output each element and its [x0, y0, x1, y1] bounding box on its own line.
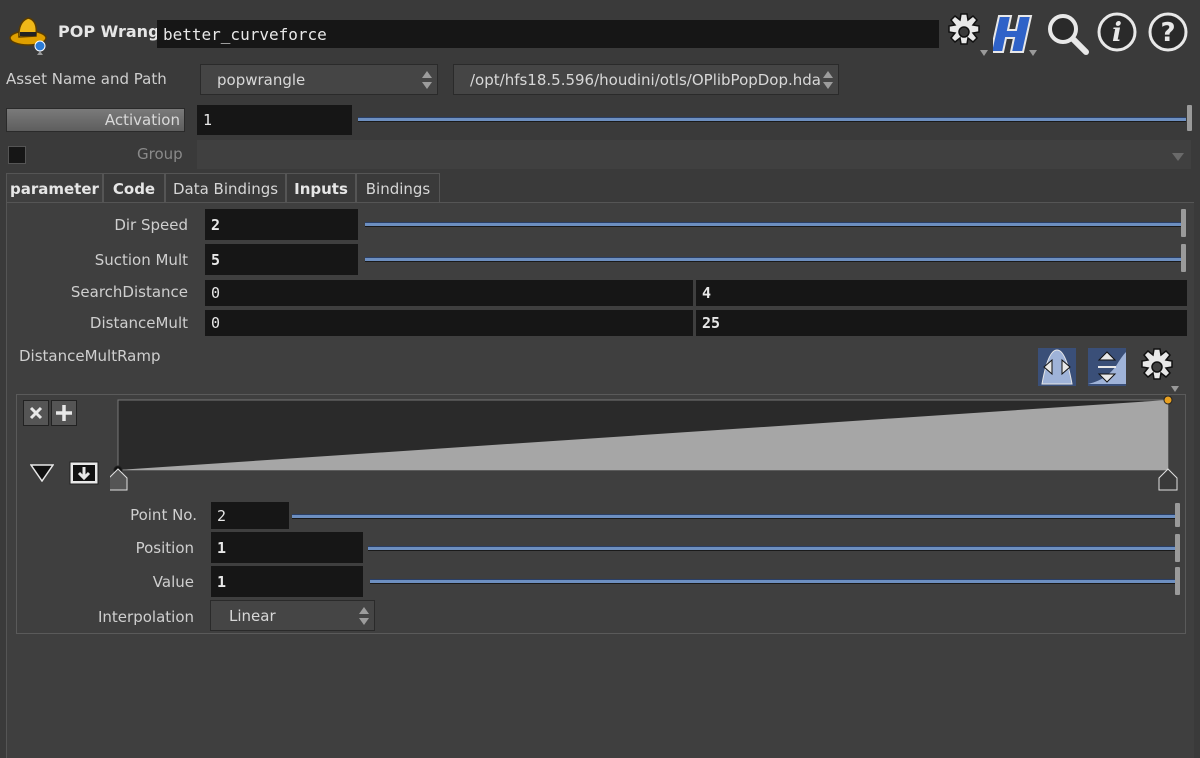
dir-speed-label: Dir Speed [114, 216, 188, 234]
ramp-point-2[interactable] [1163, 396, 1173, 405]
activation-label: Activation [104, 111, 180, 129]
ramp-point-key-2[interactable] [1158, 468, 1178, 491]
houdini-help-icon[interactable] [989, 10, 1041, 58]
asset-path-menu[interactable]: /opt/hfs18.5.596/houdini/otls/OPlibPopDo… [453, 64, 839, 95]
distance-mult-max-field[interactable]: 25 [696, 310, 1187, 336]
position-label: Position [135, 539, 194, 557]
value-slider[interactable] [370, 579, 1175, 584]
group-checkbox[interactable] [8, 146, 26, 164]
suction-mult-field[interactable]: 5 [205, 244, 358, 275]
plus-icon [56, 405, 72, 421]
flip-horizontal-icon[interactable] [1036, 346, 1078, 388]
position-slider[interactable] [368, 546, 1175, 551]
collapse-triangle-icon[interactable] [29, 464, 55, 486]
dir-speed-field[interactable]: 2 [205, 209, 358, 240]
tab-inputs[interactable]: Inputs [286, 173, 356, 203]
group-label: Group [137, 145, 183, 163]
add-point-button[interactable] [51, 400, 77, 426]
pop-wrangle-icon[interactable] [6, 10, 54, 56]
group-field[interactable] [197, 140, 1191, 169]
info-icon[interactable]: i [1095, 10, 1139, 54]
point-no-slider[interactable] [292, 514, 1175, 519]
suction-mult-label: Suction Mult [94, 251, 188, 269]
asset-name-value: popwrangle [217, 70, 306, 89]
node-name-field[interactable]: better_curveforce [157, 20, 939, 48]
menu-arrows-icon [422, 71, 432, 89]
tab-parameter[interactable]: parameter [6, 173, 103, 203]
gear-icon[interactable] [942, 10, 990, 58]
search-distance-max-field[interactable]: 4 [696, 280, 1187, 306]
point-no-label: Point No. [130, 506, 197, 524]
point-no-field[interactable]: 2 [211, 502, 289, 529]
asset-name-menu[interactable]: popwrangle [200, 64, 438, 95]
ramp-gear-icon[interactable] [1135, 346, 1183, 394]
search-distance-min-field[interactable]: 0 [205, 280, 693, 306]
asset-path-value: /opt/hfs18.5.596/houdini/otls/OPlibPopDo… [470, 70, 821, 89]
position-slider-handle[interactable] [1175, 534, 1180, 562]
activation-slider[interactable] [358, 117, 1186, 122]
help-icon[interactable]: ? [1146, 10, 1190, 54]
interpolation-label: Interpolation [98, 608, 194, 626]
search-distance-label: SearchDistance [70, 283, 188, 301]
svg-text:?: ? [1160, 18, 1175, 48]
tab-data-bindings[interactable]: Data Bindings [165, 173, 286, 203]
group-dropdown-icon[interactable] [1171, 148, 1185, 166]
interpolation-value: Linear [229, 606, 276, 625]
flip-vertical-icon[interactable] [1086, 346, 1128, 388]
ramp-graph[interactable] [110, 396, 1180, 494]
activation-slider-handle[interactable] [1187, 105, 1192, 131]
ramp-point-key-1[interactable] [110, 468, 128, 491]
interpolation-menu[interactable]: Linear [210, 600, 375, 631]
dir-speed-slider[interactable] [365, 222, 1181, 227]
ramp-label: DistanceMultRamp [19, 347, 161, 365]
svg-text:i: i [1112, 18, 1122, 48]
activation-button[interactable]: Activation [6, 108, 185, 132]
dir-speed-slider-handle[interactable] [1181, 209, 1186, 237]
point-no-slider-handle[interactable] [1175, 503, 1180, 527]
activation-field[interactable]: 1 [197, 105, 352, 135]
value-label: Value [152, 573, 194, 591]
suction-mult-slider-handle[interactable] [1181, 244, 1186, 272]
menu-arrows-icon [359, 607, 369, 625]
close-icon [29, 406, 43, 420]
remove-point-button[interactable] [23, 400, 49, 426]
position-field[interactable]: 1 [211, 532, 363, 563]
menu-arrows-icon [823, 71, 833, 89]
tab-bindings[interactable]: Bindings [356, 173, 440, 203]
distance-mult-min-field[interactable]: 0 [205, 310, 693, 336]
search-icon[interactable] [1044, 10, 1092, 58]
value-field[interactable]: 1 [211, 566, 363, 597]
value-slider-handle[interactable] [1175, 567, 1180, 595]
distance-mult-label: DistanceMult [89, 314, 188, 332]
save-ramp-icon[interactable] [69, 461, 99, 489]
suction-mult-slider[interactable] [365, 257, 1181, 262]
tab-code[interactable]: Code [103, 173, 165, 203]
asset-name-label: Asset Name and Path [6, 70, 167, 88]
